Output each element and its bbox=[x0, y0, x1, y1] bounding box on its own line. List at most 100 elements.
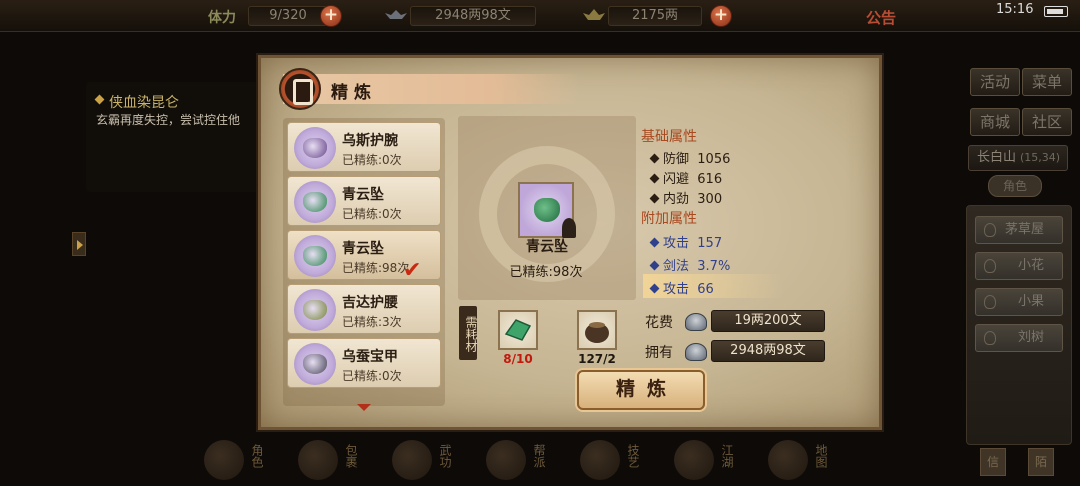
preview-gem bbox=[534, 198, 560, 222]
npc-item[interactable]: 小花 bbox=[975, 252, 1063, 280]
item-gem bbox=[303, 246, 327, 266]
stat-value: 3.7% bbox=[697, 259, 731, 274]
nav-label: 地图 bbox=[814, 444, 828, 468]
scroll-down-arrow-icon[interactable] bbox=[357, 404, 371, 411]
cost-label: 花费 bbox=[645, 315, 673, 331]
expand-arrow-icon[interactable] bbox=[72, 232, 86, 256]
stat-name: 攻击 bbox=[663, 236, 690, 251]
own-label: 拥有 bbox=[645, 345, 673, 361]
nav-label: 武功 bbox=[438, 444, 452, 468]
nav-label: 江湖 bbox=[720, 444, 734, 468]
item-refine-count: 已精练:98次 bbox=[342, 261, 410, 275]
base-stat-row: 内劲 300 bbox=[649, 188, 723, 207]
silver-ingot-icon bbox=[385, 10, 407, 19]
jade-material-icon bbox=[504, 319, 532, 341]
community-button[interactable]: 社区 bbox=[1022, 108, 1072, 136]
list-item[interactable]: 青云坠 已精练:0次 bbox=[287, 176, 441, 226]
npc-name: 茅草屋 bbox=[1004, 222, 1044, 237]
material-slot[interactable] bbox=[498, 310, 538, 350]
item-gem bbox=[303, 192, 327, 212]
stamina-label: 体力 bbox=[208, 10, 236, 26]
stat-value: 616 bbox=[697, 172, 723, 187]
clock: 15:16 bbox=[996, 2, 1034, 17]
item-name: 乌蚕宝甲 bbox=[342, 349, 398, 365]
nav-label: 技艺 bbox=[626, 444, 640, 468]
nav-jianghu[interactable]: 江湖 bbox=[670, 434, 748, 484]
item-refine-count: 已精练:0次 bbox=[342, 369, 402, 383]
base-stat-row: 闪避 616 bbox=[649, 168, 723, 187]
stranger-button[interactable]: 陌 bbox=[1028, 448, 1054, 476]
role-tab[interactable]: 角色 bbox=[988, 175, 1042, 197]
book-icon bbox=[392, 440, 432, 480]
nav-skills[interactable]: 技艺 bbox=[576, 434, 654, 484]
add-stamina-button[interactable]: + bbox=[320, 5, 342, 27]
quest-description: 玄霸再度失控，尝试控住他 bbox=[96, 113, 241, 127]
item-gem bbox=[303, 300, 327, 320]
shop-button[interactable]: 商城 bbox=[970, 108, 1020, 136]
pot-material-icon bbox=[585, 322, 609, 343]
list-item[interactable]: 乌蚕宝甲 已精练:0次 bbox=[287, 338, 441, 388]
announcement-button[interactable]: 公告 bbox=[866, 7, 896, 28]
item-refine-count: 已精练:0次 bbox=[342, 153, 402, 167]
cost-value: 19两200文 bbox=[711, 310, 825, 332]
nav-character[interactable]: 角色 bbox=[200, 434, 278, 484]
stat-value: 1056 bbox=[697, 152, 731, 167]
activity-button[interactable]: 活动 bbox=[970, 68, 1020, 96]
wristguard-icon bbox=[294, 127, 336, 169]
npc-list: 茅草屋 小花 小果 刘树 bbox=[966, 205, 1072, 445]
extra-stat-row: 攻击 66 bbox=[649, 278, 714, 297]
pendant-icon bbox=[294, 181, 336, 223]
silver-coin-icon bbox=[685, 343, 707, 361]
pendant-icon bbox=[294, 235, 336, 277]
item-name: 青云坠 bbox=[342, 187, 384, 203]
quest-tracker[interactable]: 侠血染昆仑 玄霸再度失控，尝试控住他 bbox=[86, 82, 266, 192]
extra-stat-row: 攻击 157 bbox=[649, 232, 723, 251]
npc-icon bbox=[984, 223, 996, 237]
item-name: 吉达护腰 bbox=[342, 295, 398, 311]
stamina-value: 9/320 bbox=[248, 6, 328, 26]
stat-value: 300 bbox=[697, 192, 723, 207]
add-gold-button[interactable]: + bbox=[710, 5, 732, 27]
gold-ingot-icon bbox=[583, 9, 605, 20]
item-name: 青云坠 bbox=[342, 241, 384, 257]
list-item[interactable]: 吉达护腰 已精练:3次 bbox=[287, 284, 441, 334]
materials-label: 需耗材 bbox=[459, 306, 478, 360]
nav-label: 帮派 bbox=[532, 444, 546, 468]
item-refine-count: 已精练:3次 bbox=[342, 315, 402, 329]
npc-name: 小果 bbox=[1017, 294, 1044, 309]
stat-value: 157 bbox=[697, 236, 723, 251]
gold-value: 2175两 bbox=[608, 6, 702, 26]
stat-value: 66 bbox=[697, 282, 714, 297]
npc-icon bbox=[984, 295, 996, 309]
mail-button[interactable]: 信 bbox=[980, 448, 1006, 476]
teapot-icon bbox=[580, 440, 620, 480]
npc-item[interactable]: 茅草屋 bbox=[975, 216, 1063, 244]
location-name: 长白山 bbox=[977, 150, 1017, 165]
npc-icon bbox=[984, 331, 996, 345]
checkmark-icon: ✔ bbox=[403, 258, 422, 283]
refine-emblem-icon bbox=[279, 68, 321, 110]
material-slot[interactable] bbox=[577, 310, 617, 350]
preview-refine-count: 已精练:98次 bbox=[509, 265, 583, 280]
item-name: 乌斯护腕 bbox=[342, 133, 398, 149]
silver-value: 2948两98文 bbox=[410, 6, 536, 26]
list-item[interactable]: 乌斯护腕 已精练:0次 bbox=[287, 122, 441, 172]
character-icon bbox=[204, 440, 244, 480]
nav-label: 包裹 bbox=[344, 444, 358, 468]
nav-bag[interactable]: 包裹 bbox=[294, 434, 372, 484]
nav-guild[interactable]: 帮派 bbox=[482, 434, 560, 484]
npc-item[interactable]: 刘树 bbox=[975, 324, 1063, 352]
nav-map[interactable]: 地图 bbox=[764, 434, 842, 484]
location-display[interactable]: 长白山 (15,34) bbox=[968, 145, 1068, 171]
item-gem bbox=[303, 354, 327, 374]
npc-item[interactable]: 小果 bbox=[975, 288, 1063, 316]
map-icon bbox=[768, 440, 808, 480]
stat-name: 闪避 bbox=[663, 172, 690, 187]
stat-name: 攻击 bbox=[663, 282, 690, 297]
nav-martial-arts[interactable]: 武功 bbox=[388, 434, 466, 484]
npc-name: 小花 bbox=[1017, 258, 1044, 273]
menu-button[interactable]: 菜单 bbox=[1022, 68, 1072, 96]
stat-name: 防御 bbox=[663, 152, 690, 167]
refine-button[interactable]: 精炼 bbox=[577, 370, 705, 410]
bag-icon bbox=[298, 440, 338, 480]
